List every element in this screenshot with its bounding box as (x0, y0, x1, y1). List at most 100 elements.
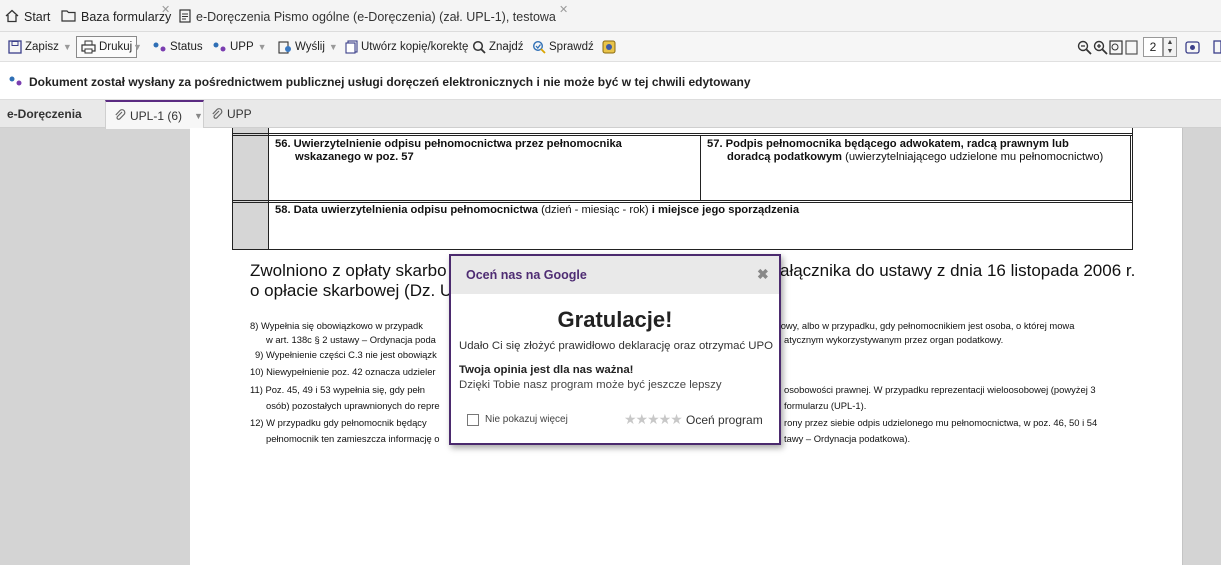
footnote: 10) Niewypełnienie poz. 42 oznacza udzie… (250, 366, 436, 377)
popup-opinion-text: Dzięki Tobie nasz program może być jeszc… (459, 379, 722, 391)
popup-header: Oceń nas na Google ✖ (451, 256, 779, 294)
tab-baza-formularzy[interactable]: Baza formularzy (61, 4, 171, 30)
footnote: 9) Wypełnienie części C.3 nie jest obowi… (255, 349, 437, 360)
dont-show-again-label[interactable]: Nie pokazuj więcej (485, 414, 568, 425)
info-bar: Dokument został wysłany za pośrednictwem… (0, 62, 1221, 100)
tab-upl-1[interactable]: UPL-1 (6) ▼ (105, 100, 204, 129)
close-icon[interactable]: ✕ (161, 3, 170, 16)
tab-bar: Start Baza formularzy ✕ e-Doręczenia Pis… (0, 0, 1221, 32)
paperclip-icon (211, 107, 223, 121)
form-divider (1130, 135, 1131, 201)
paperclip-icon (114, 109, 126, 122)
rating-stars-icon[interactable]: ★★★★★ (624, 411, 683, 428)
search-icon (472, 40, 486, 54)
rate-program-link[interactable]: Oceń program (686, 413, 763, 427)
chevron-down-icon[interactable]: ▼ (194, 111, 203, 121)
footnote: 12) W przypadku gdy pełnomocnik będący (250, 417, 427, 428)
save-label: Zapisz (25, 41, 59, 53)
copy-icon (345, 40, 358, 54)
form-side-column (233, 128, 268, 249)
field-58-label: 58. Data uwierzytelnienia odpisu pełnomo… (275, 204, 800, 216)
zoom-out-icon[interactable] (1077, 37, 1092, 57)
chevron-down-icon[interactable]: ▼ (329, 42, 338, 52)
check-icon (532, 40, 546, 54)
popup-message: Udało Ci się złożyć prawidłowo deklaracj… (459, 340, 773, 352)
tab-start[interactable]: Start (5, 4, 50, 30)
exemption-text-line-1: Zwolniono z opłaty skarbo (250, 261, 447, 280)
popup-headline: Gratulacje! (557, 307, 673, 332)
tab-start-label: Start (24, 10, 51, 24)
tab-document[interactable]: e-Doręczenia Pismo ogólne (e-Doręczenia)… (179, 4, 559, 30)
footnote: tawy – Ordynacja podatkowa). (784, 433, 911, 444)
footnote: atycznym wykorzystywanym przez organ pod… (784, 334, 1004, 345)
tab-baza-label: Baza formularzy (81, 10, 172, 24)
footnote: formularzu (UPL-1). (784, 400, 867, 411)
save-button[interactable]: Zapisz ▼ (8, 37, 72, 57)
footnote: osobowości prawnej. W przypadku reprezen… (784, 384, 1096, 395)
popup-opinion-heading: Twoja opinia jest dla nas ważna! (459, 364, 634, 376)
printer-icon (81, 40, 96, 54)
chevron-down-icon[interactable]: ▼ (133, 37, 142, 57)
tab-upl-1-label: UPL-1 (6) (130, 108, 183, 123)
preview-icon[interactable] (1185, 37, 1200, 57)
upp-label: UPP (230, 41, 254, 53)
extra-tool-icon[interactable] (602, 37, 616, 57)
zoom-in-icon[interactable] (1093, 37, 1108, 57)
check-label: Sprawdź (549, 41, 594, 53)
field-57-label: 57. Podpis pełnomocnika będącego adwokat… (707, 138, 1104, 163)
rating-popup: Oceń nas na Google ✖ Gratulacje! Udało C… (449, 254, 781, 445)
toolbar: Zapisz ▼ Drukuj ▼ Status UPP ▼ Wyślij ▼ … (0, 32, 1221, 62)
chevron-down-icon[interactable]: ▼ (63, 42, 72, 52)
status-label: Status (170, 41, 203, 53)
popup-title: Oceń nas na Google (466, 268, 587, 282)
home-icon (5, 9, 19, 26)
footnote: pełnomocnik ten zamieszcza informację o (266, 433, 440, 444)
find-label: Znajdź (489, 41, 524, 53)
folder-icon (61, 9, 76, 25)
save-icon (8, 40, 22, 54)
tab-e-doreczenia[interactable]: e-Doręczenia (7, 100, 82, 128)
print-button[interactable]: Drukuj (76, 36, 138, 58)
dont-show-again-checkbox[interactable] (467, 414, 479, 426)
fit-page-icon[interactable] (1109, 37, 1123, 57)
chevron-down-icon[interactable]: ▼ (258, 42, 267, 52)
tab-upp-label: UPP (227, 107, 252, 121)
right-scroll-area[interactable] (1182, 128, 1221, 565)
send-label: Wyślij (295, 41, 325, 53)
document-icon (179, 8, 191, 26)
status-icon (8, 75, 23, 90)
single-page-icon[interactable] (1125, 37, 1138, 57)
close-icon[interactable]: ✖ (757, 266, 769, 283)
footnote: osób) pozostałych uprawnionych do repre (266, 400, 440, 411)
tab-document-label: e-Doręczenia Pismo ogólne (e-Doręczenia)… (196, 10, 559, 24)
form-divider (233, 135, 1133, 136)
footnote: rony przez siebie odpis udzielonego mu p… (784, 417, 1098, 428)
send-icon (278, 40, 292, 54)
send-button[interactable]: Wyślij ▼ (278, 37, 338, 57)
footnote: w art. 138c § 2 ustawy – Ordynacja poda (266, 334, 436, 345)
document-tabs: e-Doręczenia UPL-1 (6) ▼ UPP (0, 100, 1221, 129)
field-56-label: 56. Uwierzytelnienie odpisu pełnomocnict… (275, 138, 622, 163)
page-stepper[interactable]: ▲ ▼ (1163, 37, 1177, 57)
upp-icon (212, 41, 227, 53)
form-divider (700, 135, 701, 201)
form-divider (268, 128, 269, 249)
check-button[interactable]: Sprawdź (532, 37, 594, 57)
close-icon[interactable]: ✕ (559, 3, 568, 16)
form-divider (233, 133, 1133, 134)
find-button[interactable]: Znajdź (472, 37, 524, 57)
page-number-input[interactable]: 2 (1143, 37, 1163, 57)
exemption-text-line-2: o opłacie skarbowej (Dz. U (250, 281, 453, 300)
info-message: Dokument został wysłany za pośrednictwem… (29, 75, 751, 89)
print-label: Drukuj (99, 41, 133, 53)
form-divider (233, 202, 1133, 203)
exemption-text-line-1-end: ałącznika do ustawy z dnia 16 listopada … (780, 261, 1136, 280)
create-copy-button[interactable]: Utwórz kopię/korektę (345, 37, 468, 57)
upp-button[interactable]: UPP ▼ (212, 37, 267, 57)
status-button[interactable]: Status (152, 37, 203, 57)
footnote: 11) Poz. 45, 49 i 53 wypełnia się, gdy p… (250, 384, 425, 395)
tab-upp[interactable]: UPP (211, 100, 252, 128)
create-copy-label: Utwórz kopię/korektę (361, 41, 469, 53)
form-divider (233, 200, 1133, 201)
panel-toggle-icon[interactable] (1213, 37, 1221, 57)
